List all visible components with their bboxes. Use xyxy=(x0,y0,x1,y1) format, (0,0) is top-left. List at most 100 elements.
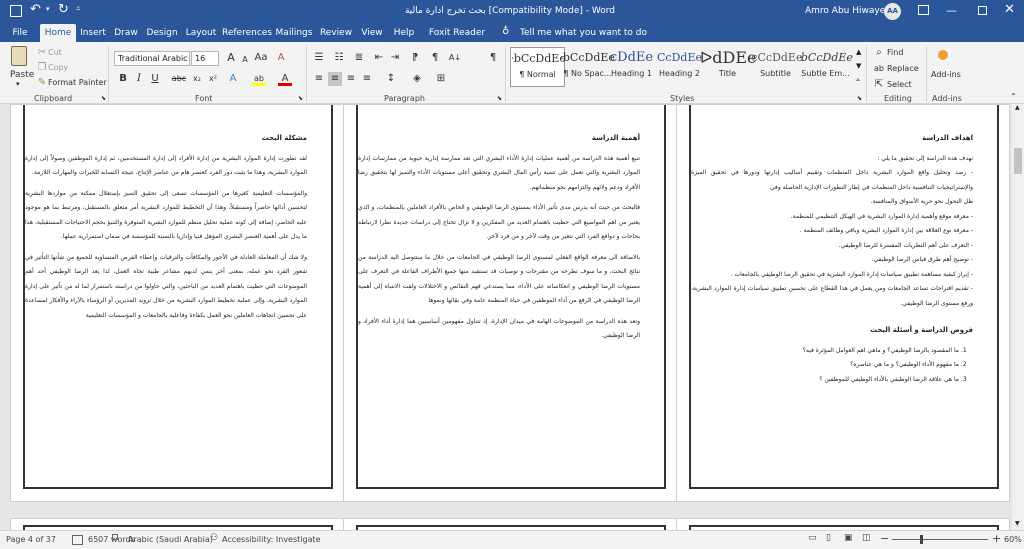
numbering-icon[interactable]: ☷ xyxy=(332,51,346,65)
italic-button[interactable]: I xyxy=(132,72,146,86)
tab-references[interactable]: References xyxy=(222,24,272,42)
styles-more-icon[interactable]: ⩡ xyxy=(856,76,860,85)
tell-me-search[interactable]: Tell me what you want to do xyxy=(520,28,647,38)
zoom-in-icon[interactable]: + xyxy=(992,532,1001,545)
web-layout-icon[interactable]: ◫ xyxy=(862,533,871,543)
dialog-launcher-icon[interactable]: ⬊ xyxy=(101,95,106,102)
tab-view[interactable]: View xyxy=(358,24,386,42)
user-name[interactable]: Amro Abu Hiwayej xyxy=(805,6,888,16)
tab-review[interactable]: Review xyxy=(318,24,354,42)
sort-icon[interactable]: A↓ xyxy=(448,51,462,65)
save-icon[interactable] xyxy=(10,5,22,17)
subscript-button[interactable]: x₂ xyxy=(190,72,204,86)
page-text[interactable]: أهمية الدراسة تنبع أهمية هذه الدراسة من … xyxy=(358,131,640,350)
align-left-icon[interactable]: ≡ xyxy=(312,72,326,86)
document-page[interactable]: مشكلة البحث لقد تطورت إدارة الموارد البش… xyxy=(10,104,344,502)
zoom-slider-track[interactable] xyxy=(892,539,988,540)
macro-icon[interactable] xyxy=(112,534,118,540)
font-name-combo[interactable]: Traditional Arabic xyxy=(114,51,190,66)
decrease-indent-icon[interactable]: ⇤ xyxy=(372,51,386,65)
rtl-icon[interactable]: ¶ xyxy=(428,51,442,65)
addins-button[interactable]: Add-ins xyxy=(931,70,961,79)
tab-draw[interactable]: Draw xyxy=(112,24,140,42)
font-size-combo[interactable]: 16 xyxy=(191,51,219,66)
tab-design[interactable]: Design xyxy=(144,24,180,42)
justify-icon[interactable]: ≡ xyxy=(360,72,374,86)
highlight-button[interactable]: ab xyxy=(252,72,266,86)
styles-scroll-up-icon[interactable]: ▲ xyxy=(856,48,861,56)
clear-formatting-button[interactable]: A xyxy=(274,51,288,65)
style-subtitle[interactable]: ᐧcCcDdEe Subtitle xyxy=(748,47,803,87)
bullets-icon[interactable]: ☰ xyxy=(312,51,326,65)
minimize-icon[interactable]: — xyxy=(946,4,957,17)
style-normal[interactable]: ᐧbCcDdEe ¶ Normal xyxy=(510,47,566,87)
superscript-button[interactable]: x² xyxy=(206,72,220,86)
proofing-icon[interactable] xyxy=(72,535,83,545)
line-spacing-icon[interactable]: ↕ xyxy=(384,72,398,86)
ltr-icon[interactable]: ⁋ xyxy=(408,51,422,65)
tab-mailings[interactable]: Mailings xyxy=(274,24,314,42)
strikethrough-button[interactable]: abc xyxy=(170,72,188,86)
dialog-launcher-icon[interactable]: ⬊ xyxy=(298,95,303,102)
document-page[interactable] xyxy=(343,518,677,530)
language-indicator[interactable]: Arabic (Saudi Arabia) xyxy=(128,535,213,544)
tab-home[interactable]: Home xyxy=(40,24,76,42)
find-button[interactable]: Find xyxy=(887,48,903,57)
style-heading-1[interactable]: cDdEe Heading 1 xyxy=(604,47,659,87)
dialog-launcher-icon[interactable]: ⬊ xyxy=(857,95,862,102)
undo-icon[interactable]: ↶ xyxy=(30,2,41,17)
paste-button[interactable]: Paste xyxy=(10,70,34,80)
underline-button[interactable]: U xyxy=(148,72,162,86)
scrollbar-thumb[interactable] xyxy=(1014,148,1022,174)
replace-button[interactable]: Replace xyxy=(887,64,919,73)
cut-button[interactable]: Cut xyxy=(48,48,62,57)
customize-quick-access-icon[interactable]: ⩡ xyxy=(76,4,81,14)
document-page[interactable] xyxy=(10,518,344,530)
chevron-down-icon[interactable]: ▾ xyxy=(46,5,50,13)
text-effects-button[interactable]: A xyxy=(226,72,240,86)
align-center-icon[interactable]: ≡ xyxy=(328,72,342,86)
align-right-icon[interactable]: ≡ xyxy=(344,72,358,86)
change-case-button[interactable]: Aa xyxy=(254,51,268,65)
shrink-font-button[interactable]: A xyxy=(238,53,252,67)
tab-foxit-reader-pdf[interactable]: Foxit Reader PDF xyxy=(422,24,492,56)
borders-icon[interactable]: ⊞ xyxy=(434,72,448,86)
format-painter-button[interactable]: Format Painter xyxy=(48,78,107,87)
copy-button[interactable]: Copy xyxy=(48,63,68,72)
avatar[interactable]: AA xyxy=(884,3,901,20)
tab-layout[interactable]: Layout xyxy=(184,24,218,42)
tab-help[interactable]: Help xyxy=(390,24,418,42)
zoom-slider-thumb[interactable] xyxy=(920,535,923,544)
read-mode-icon[interactable]: ▯ xyxy=(826,533,831,543)
document-page[interactable]: اهداف الدراسة تهدف هذه الدراسة إلى تحقيق… xyxy=(676,104,1010,502)
zoom-out-icon[interactable]: − xyxy=(880,532,889,545)
bold-button[interactable]: B xyxy=(116,72,130,86)
focus-mode-icon[interactable]: ▭ xyxy=(808,533,817,543)
page-count[interactable]: Page 4 of 37 xyxy=(6,535,56,544)
maximize-icon[interactable] xyxy=(978,6,987,15)
styles-scroll-down-icon[interactable]: ▼ xyxy=(856,62,861,70)
font-color-button[interactable]: A xyxy=(278,72,292,86)
document-page[interactable] xyxy=(676,518,1010,530)
collapse-ribbon-icon[interactable]: ⌃ xyxy=(1010,92,1017,101)
redo-icon[interactable]: ↻ xyxy=(58,2,69,17)
style-heading-2[interactable]: CcDdEe Heading 2 xyxy=(652,47,707,87)
grow-font-button[interactable]: A xyxy=(224,51,238,65)
close-icon[interactable]: ✕ xyxy=(1004,2,1015,17)
page-text[interactable]: اهداف الدراسة تهدف هذه الدراسة إلى تحقيق… xyxy=(691,131,973,387)
ribbon-display-options-icon[interactable] xyxy=(918,5,929,15)
tab-insert[interactable]: Insert xyxy=(78,24,108,42)
print-layout-icon[interactable]: ▣ xyxy=(844,533,853,543)
multilevel-list-icon[interactable]: ≣ xyxy=(352,51,366,65)
vertical-scrollbar[interactable]: ▲ ▼ xyxy=(1012,104,1024,530)
dialog-launcher-icon[interactable]: ⬊ xyxy=(497,95,502,102)
select-button[interactable]: Select xyxy=(887,80,912,89)
tab-file[interactable]: File xyxy=(6,24,34,42)
accessibility-status[interactable]: Accessibility: Investigate xyxy=(222,535,321,544)
scroll-down-icon[interactable]: ▼ xyxy=(1015,520,1020,527)
chevron-down-icon[interactable]: ▾ xyxy=(16,80,20,88)
show-hide-button[interactable]: ¶ xyxy=(486,51,500,65)
style-title[interactable]: ᐅdDEe Title xyxy=(700,47,757,87)
increase-indent-icon[interactable]: ⇥ xyxy=(388,51,402,65)
page-text[interactable]: مشكلة البحث لقد تطورت إدارة الموارد البش… xyxy=(25,131,307,329)
